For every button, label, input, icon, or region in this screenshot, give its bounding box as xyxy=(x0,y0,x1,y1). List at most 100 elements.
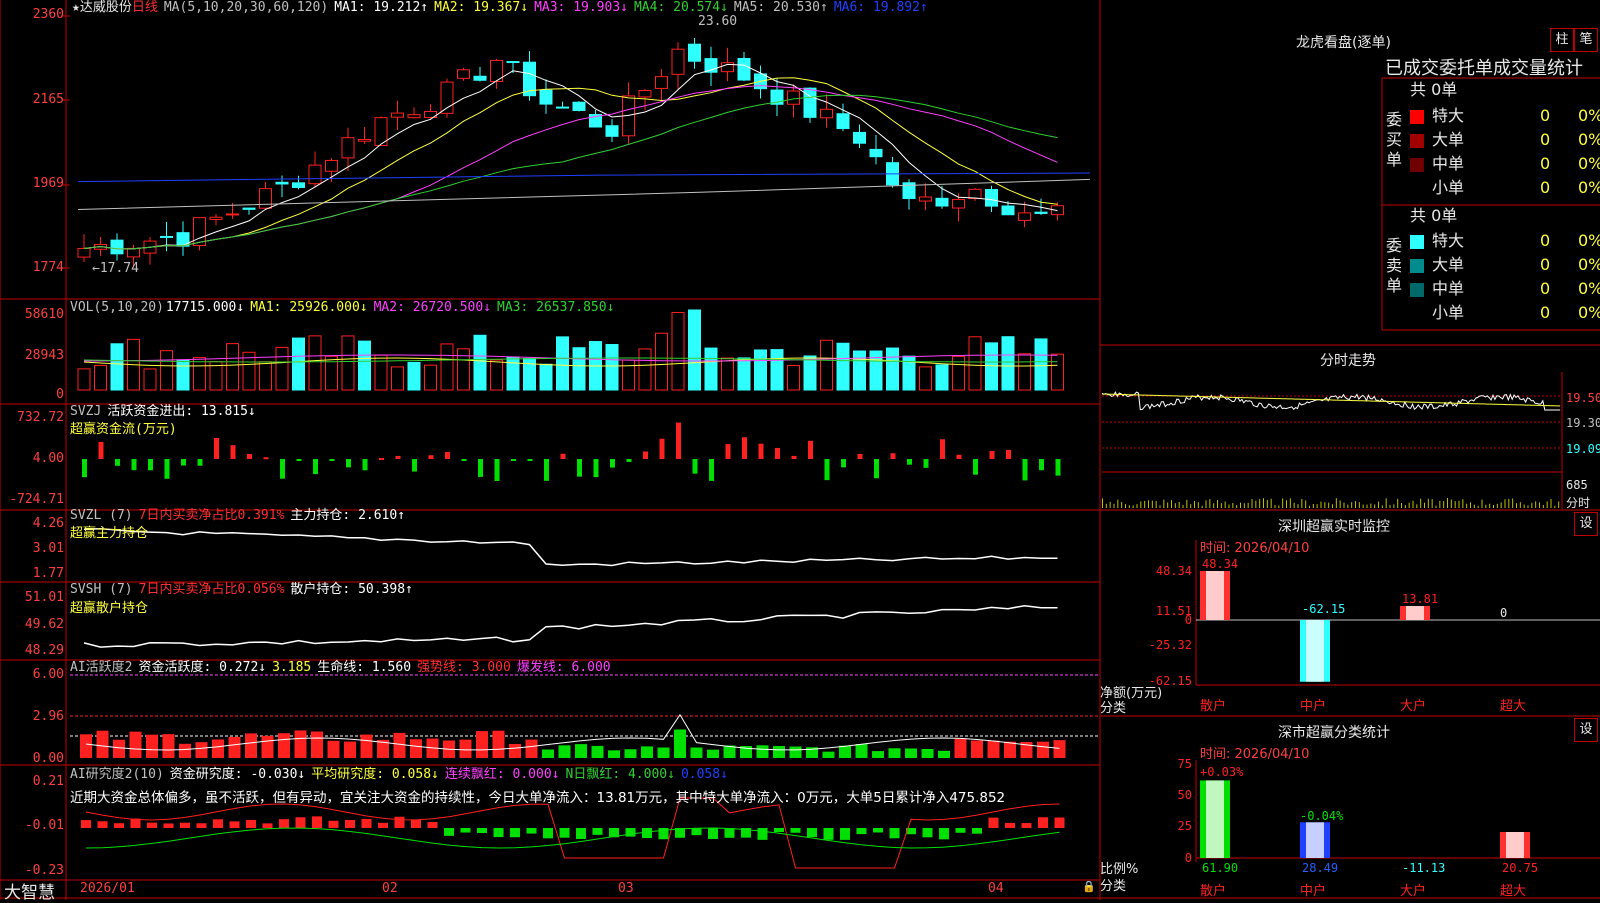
fenshi-vol-bar xyxy=(1144,500,1146,508)
fenshi-vol-bar xyxy=(1178,502,1180,508)
ai2-bar xyxy=(1054,817,1065,828)
ai2-bar xyxy=(592,828,603,835)
fenshi-vol-bar xyxy=(1420,498,1422,508)
svzj-bar xyxy=(395,455,401,459)
fenshi-vol-bar xyxy=(1328,502,1330,508)
volume-bar xyxy=(407,361,421,391)
fltj-ytick: 75 xyxy=(1178,757,1192,771)
ai2-bar xyxy=(840,828,850,840)
fenshi-vol-bar xyxy=(1301,498,1303,508)
ai1-bar xyxy=(228,736,241,758)
fenshi-vol-bar xyxy=(1105,503,1107,508)
candle-body xyxy=(803,87,817,118)
volume-bar xyxy=(770,349,784,391)
fenshi-vol-bar xyxy=(1539,502,1540,508)
period-label[interactable]: 日线 xyxy=(132,0,158,15)
candle-body xyxy=(935,197,949,207)
main-ytick: 1969 xyxy=(32,176,64,191)
ai2-label[interactable]: AI研究度2(10) xyxy=(70,767,164,782)
stock-title[interactable]: ★达威股份 xyxy=(72,0,132,15)
fenshi-vol-bar xyxy=(1558,501,1560,508)
fenshi-vol-bar xyxy=(1332,504,1333,508)
buy-l-value: 0 xyxy=(1540,130,1551,149)
szjk-settings-button[interactable]: 设 xyxy=(1574,512,1598,536)
ai2-bar xyxy=(493,828,504,838)
fenshi-vol-bar xyxy=(1404,505,1406,508)
fenshi-vol-bar xyxy=(1255,500,1257,508)
volume-bar xyxy=(259,361,272,391)
ma2-value: MA2: 19.367↓ xyxy=(434,0,529,15)
fenshi-vol-bar xyxy=(1247,502,1249,508)
ai1-bar xyxy=(294,730,307,758)
fenshi-price-mid: 19.30 xyxy=(1566,416,1600,430)
ai1-bar xyxy=(195,742,208,758)
svzl-label[interactable]: SVZL (7) xyxy=(70,508,133,523)
ai1-bar xyxy=(888,748,901,758)
svsh-ytick: 49.62 xyxy=(24,617,64,632)
svsh-label[interactable]: SVSH (7) xyxy=(70,582,133,597)
volume-bar xyxy=(853,350,866,391)
kline-chart-canvas[interactable]: 48.3411.510-25.32-62.1548.34散户-62.15中户13… xyxy=(0,0,1600,900)
svzj-label[interactable]: SVZJ xyxy=(70,404,101,419)
fenshi-vol-bar xyxy=(1366,504,1368,508)
fenshi-vol-bar xyxy=(1224,501,1226,508)
svzj-bar xyxy=(296,459,302,461)
ma-label: MA(5,10,20,30,60,120) xyxy=(163,0,329,15)
ai2-bar xyxy=(295,817,306,828)
ai1-label[interactable]: AI活跃度2 xyxy=(70,660,132,675)
svzj-bar xyxy=(923,459,929,468)
ai1-ytick: 0.00 xyxy=(32,751,64,766)
fltj-settings-button[interactable]: 设 xyxy=(1574,718,1598,742)
fenshi-vol-bar xyxy=(1389,504,1391,508)
buy-xl-pct: 0% xyxy=(1578,106,1600,125)
svzj-bar xyxy=(742,437,747,459)
svzj-bar xyxy=(98,441,104,459)
lhb-title: 龙虎看盘(逐单) xyxy=(1296,35,1391,51)
fenshi-vol-bar xyxy=(1286,500,1287,508)
candle-body xyxy=(919,196,932,202)
ai1-bar xyxy=(575,744,587,758)
ai1-bar xyxy=(509,743,521,758)
ai2-header: AI研究度2(10) 资金研究度: -0.030↓ 平均研究度: 0.058↓ 连续飘… xyxy=(70,767,734,783)
ai2-ytick: 0.21 xyxy=(32,774,64,789)
volume-bar xyxy=(226,343,239,391)
vol-ytick: 0 xyxy=(56,387,64,402)
svzj-bar xyxy=(197,459,203,466)
fenshi-vol-bar xyxy=(1209,499,1211,508)
svzj-bar xyxy=(478,459,483,477)
fenshi-vol-bar xyxy=(1240,502,1241,508)
fltj-title: 深市超赢分类统计 xyxy=(1278,725,1390,741)
ai1-bar xyxy=(657,747,670,758)
svzj-bar xyxy=(973,459,978,475)
candle-body xyxy=(259,188,272,209)
brand-logo[interactable]: 大智慧 xyxy=(4,878,55,903)
szjk-xlabel: 分类 xyxy=(1100,701,1127,716)
svzj-bar xyxy=(643,451,648,459)
fenshi-vol-bar xyxy=(1159,505,1161,508)
fenshi-vol-bar xyxy=(1401,502,1402,508)
fenshi-vol-bar xyxy=(1171,500,1172,508)
ai1-strongline: 强势线: 3.000 xyxy=(417,660,511,675)
volume-bar xyxy=(341,335,355,391)
fenshi-vol-bar xyxy=(1542,505,1544,508)
ma6-value: MA6: 19.892↑ xyxy=(833,0,928,15)
fenshi-vol-bar xyxy=(1355,501,1356,508)
ai2-bar xyxy=(312,816,322,828)
vol-label[interactable]: VOL(5,10,20) xyxy=(70,300,164,315)
svzl-ytick: 1.77 xyxy=(32,566,64,581)
ai2-bar xyxy=(691,828,702,836)
ai2-bar xyxy=(81,820,91,828)
volume-bar xyxy=(688,309,701,391)
tick-mode-button[interactable]: 笔 xyxy=(1574,28,1598,52)
ai2-bar xyxy=(708,828,718,839)
sell-row-s: 小单 xyxy=(1410,301,1464,325)
buy-m-value: 0 xyxy=(1540,154,1551,173)
lock-icon[interactable]: 🔒 xyxy=(1082,880,1096,893)
volume-bar xyxy=(292,337,305,391)
ai2-bar xyxy=(559,828,570,838)
bar-mode-button[interactable]: 柱 xyxy=(1550,28,1574,52)
ai2-bar xyxy=(196,823,207,828)
volume-bar xyxy=(803,355,817,391)
candle-body xyxy=(1001,205,1015,216)
ai1-bar xyxy=(591,745,604,758)
